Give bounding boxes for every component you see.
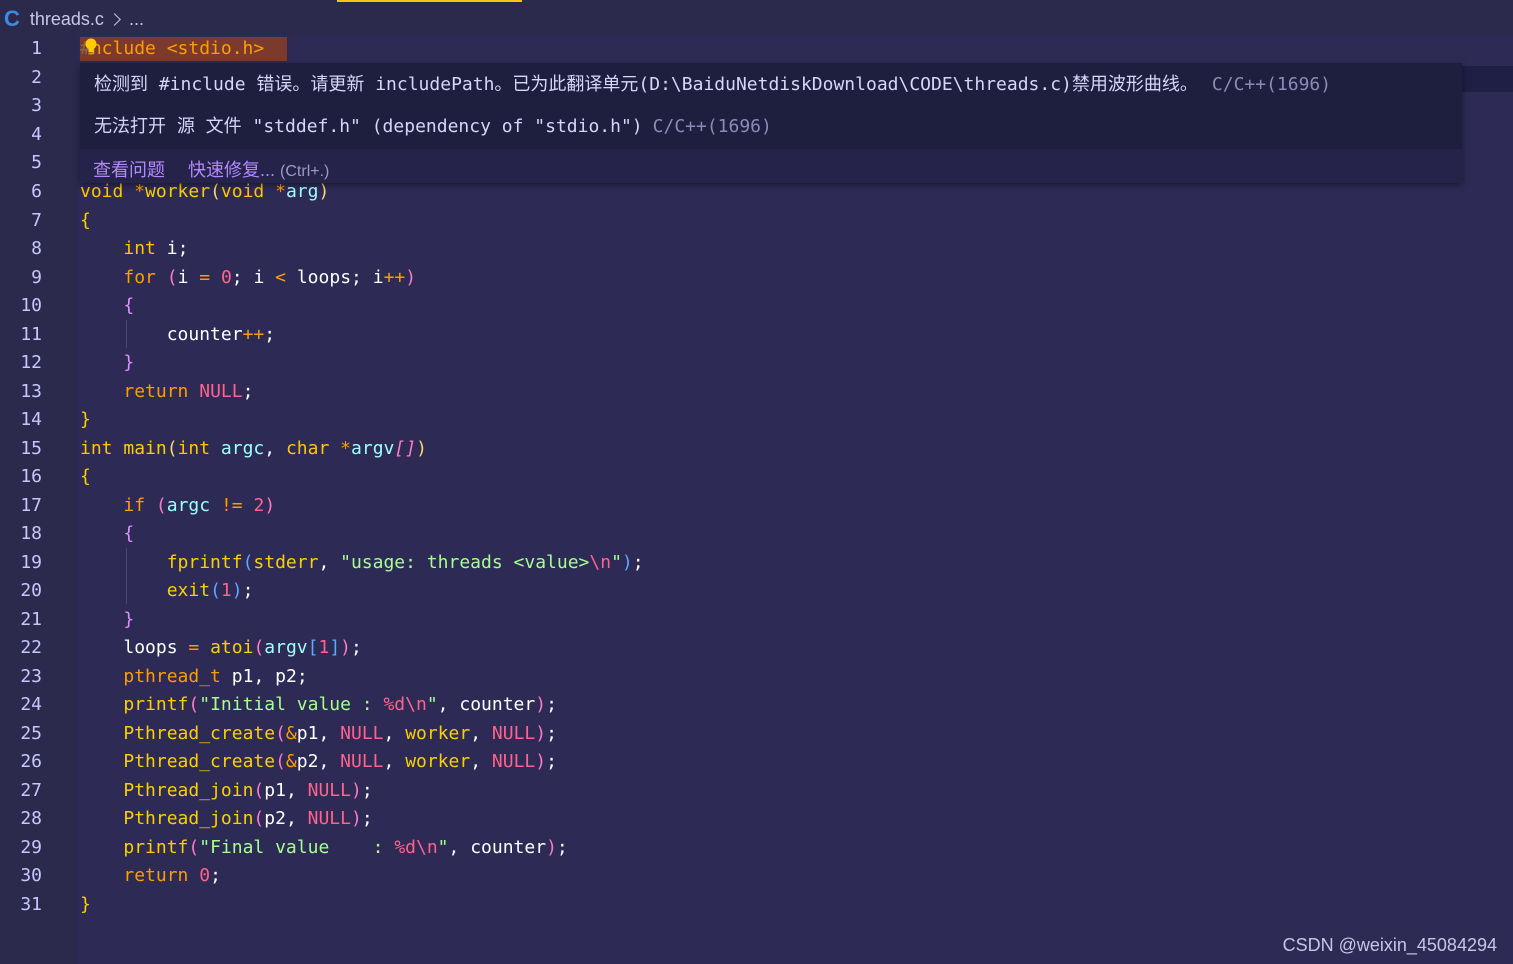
line-number: 21	[20, 609, 42, 630]
line-number: 26	[20, 751, 42, 772]
code-line-6[interactable]: void *worker(void *arg)	[80, 180, 329, 204]
line-number: 2	[31, 67, 42, 88]
code-line-8[interactable]: int i;	[80, 237, 188, 261]
line-number: 18	[20, 523, 42, 544]
code-line-16[interactable]: {	[80, 465, 91, 489]
line-number: 11	[20, 324, 42, 345]
line-number: 17	[20, 495, 42, 516]
line-number: 19	[20, 552, 42, 573]
code-line-27[interactable]: Pthread_join(p1, NULL);	[80, 779, 372, 803]
code-line-21[interactable]: }	[80, 608, 134, 632]
hover-content: 检测到 #include 错误。请更新 includePath。已为此翻译单元(…	[80, 63, 1462, 149]
line-number: 31	[20, 894, 42, 915]
quick-fix-link[interactable]: 快速修复... (Ctrl+.)	[188, 156, 329, 182]
code-line-1[interactable]: #nclude <stdio.h>	[80, 37, 264, 61]
code-line-10[interactable]: {	[80, 294, 134, 318]
diagnostic-source: C/C++(1696)	[652, 116, 772, 137]
code-line-30[interactable]: return 0;	[80, 864, 221, 888]
code-line-13[interactable]: return NULL;	[80, 380, 253, 404]
lightbulb-icon[interactable]	[84, 38, 98, 56]
hover-action-bar: 查看问题 快速修复... (Ctrl+.)	[80, 149, 1462, 183]
diagnostic-source: C/C++(1696)	[1211, 74, 1332, 95]
line-number: 30	[20, 865, 42, 886]
code-line-26[interactable]: Pthread_create(&p2, NULL, worker, NULL);	[80, 750, 557, 774]
code-line-24[interactable]: printf("Initial value : %d\n", counter);	[80, 693, 557, 717]
code-line-15[interactable]: int main(int argc, char *argv[])	[80, 437, 427, 461]
line-number: 23	[20, 666, 42, 687]
code-line-12[interactable]: }	[80, 351, 134, 375]
line-number: 24	[20, 694, 42, 715]
line-number: 6	[31, 181, 42, 202]
line-number: 12	[20, 352, 42, 373]
active-tab-indicator	[337, 0, 522, 2]
diagnostic-message-2: 无法打开 源 文件 "stddef.h" (dependency of "std…	[94, 113, 772, 141]
line-number: 29	[20, 837, 42, 858]
line-number: 16	[20, 466, 42, 487]
view-problem-link[interactable]: 查看问题	[93, 156, 165, 182]
code-line-19[interactable]: fprintf(stderr, "usage: threads <value>\…	[80, 551, 644, 575]
line-number: 13	[20, 381, 42, 402]
watermark: CSDN @weixin_45084294	[1282, 935, 1497, 955]
line-number: 20	[20, 580, 42, 601]
diagnostic-text: 无法打开 源 文件 "stddef.h" (dependency of "std…	[94, 116, 643, 137]
line-number: 5	[31, 152, 42, 173]
code-line-9[interactable]: for (i = 0; i < loops; i++)	[80, 266, 416, 290]
code-line-29[interactable]: printf("Final value : %d\n", counter);	[80, 836, 567, 860]
breadcrumb-bar: C threads.c ...	[0, 0, 1513, 36]
line-number: 7	[31, 210, 42, 231]
quick-fix-label: 快速修复...	[188, 160, 276, 180]
code-line-20[interactable]: exit(1);	[80, 579, 254, 603]
code-line-22[interactable]: loops = atoi(argv[1]);	[80, 636, 362, 660]
c-language-icon: C	[4, 6, 20, 31]
breadcrumb-file-name[interactable]: threads.c	[30, 9, 104, 30]
code-line-25[interactable]: Pthread_create(&p1, NULL, worker, NULL);	[80, 722, 557, 746]
code-line-17[interactable]: if (argc != 2)	[80, 494, 275, 518]
include-directive: nclude <stdio.h>	[90, 38, 265, 59]
diagnostic-text: 检测到 #include 错误。请更新 includePath。已为此翻译单元(…	[94, 74, 1198, 95]
line-number: 25	[20, 723, 42, 744]
quick-fix-shortcut: (Ctrl+.)	[280, 163, 330, 180]
line-number: 14	[20, 409, 42, 430]
diagnostic-hover-widget: 检测到 #include 错误。请更新 includePath。已为此翻译单元(…	[80, 63, 1462, 183]
line-number: 8	[31, 238, 42, 259]
line-number: 3	[31, 95, 42, 116]
line-number: 22	[20, 637, 42, 658]
breadcrumb-more[interactable]: ...	[129, 9, 144, 30]
line-number: 1	[31, 38, 42, 59]
chevron-right-icon	[108, 12, 121, 26]
line-number: 4	[31, 124, 42, 145]
current-line-highlight	[1462, 66, 1513, 92]
code-line-7[interactable]: {	[80, 209, 91, 233]
line-number: 15	[20, 438, 42, 459]
line-number: 10	[20, 295, 42, 316]
diagnostic-message-1: 检测到 #include 错误。请更新 includePath。已为此翻译单元(…	[94, 71, 1331, 99]
breadcrumb: C threads.c ...	[4, 7, 144, 31]
code-line-31[interactable]: }	[80, 893, 91, 917]
code-line-14[interactable]: }	[80, 408, 91, 432]
line-number: 27	[20, 780, 42, 801]
code-line-28[interactable]: Pthread_join(p2, NULL);	[80, 807, 372, 831]
code-line-11[interactable]: counter++;	[80, 323, 275, 347]
code-line-23[interactable]: pthread_t p1, p2;	[80, 665, 307, 689]
line-number: 9	[31, 267, 42, 288]
code-line-18[interactable]: {	[80, 522, 134, 546]
line-number: 28	[20, 808, 42, 829]
